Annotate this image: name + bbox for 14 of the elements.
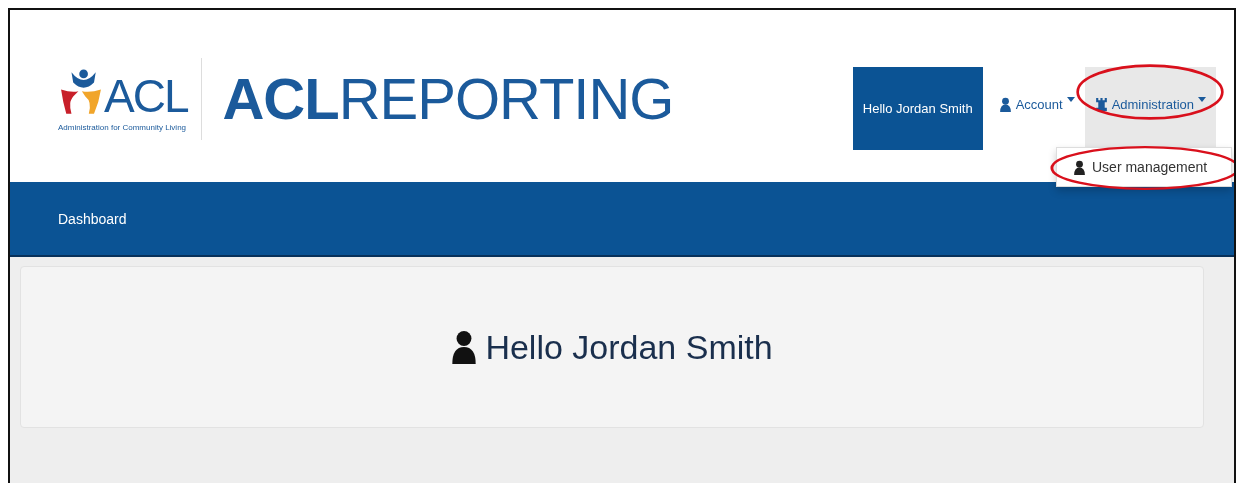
logo-text: ACL	[104, 72, 188, 119]
greeting-button[interactable]: Hello Jordan Smith	[852, 67, 983, 150]
menu-link[interactable]: Account	[988, 67, 1085, 149]
person-icon	[451, 330, 478, 364]
logo-tagline: Administration for Community Living	[58, 122, 188, 132]
person-icon	[998, 97, 1012, 112]
caret-icon	[1066, 97, 1075, 102]
person-icon	[1073, 159, 1086, 175]
caret-icon	[1198, 97, 1206, 102]
chess-rook-icon	[1094, 97, 1108, 112]
menu-link[interactable]: Administration	[1084, 67, 1216, 149]
site-title: ACLREPORTING	[222, 70, 674, 128]
nav-link[interactable]: Dashboard	[58, 210, 127, 227]
welcome-heading: Hello Jordan Smith	[485, 327, 773, 367]
